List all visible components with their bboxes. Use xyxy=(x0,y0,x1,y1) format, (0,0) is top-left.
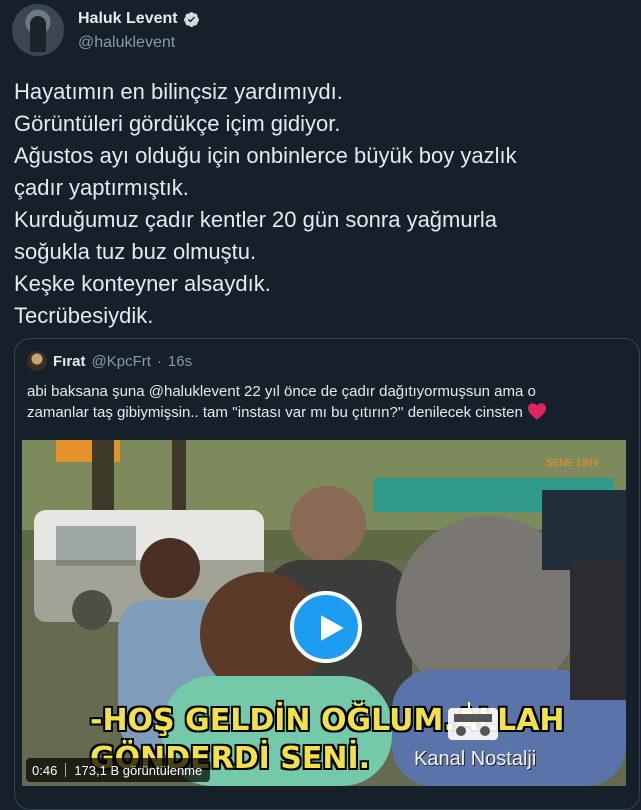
tweet-header: Haluk Levent @haluklevent xyxy=(12,4,632,60)
quoted-display-name[interactable]: Fırat xyxy=(53,353,86,370)
tweet-line: çadır yaptırmıştık. xyxy=(14,175,189,200)
red-heart-icon xyxy=(527,403,546,420)
channel-watermark: Kanal Nostalji xyxy=(414,748,537,770)
tweet-line: soğukla tuz buz olmuştu. xyxy=(14,239,257,264)
video-info-badge: 0:46 173,1 B görüntülenme xyxy=(26,758,211,782)
verified-badge-icon xyxy=(183,11,199,27)
quoted-tweet-header: Fırat @KpcFrt · 16s xyxy=(27,351,192,371)
play-icon xyxy=(321,615,344,641)
quoted-tweet-text: abi baksana şuna @haluklevent 22 yıl önc… xyxy=(27,381,627,423)
video-player[interactable]: SENE 1999 -HOŞ GELDİN OĞLUM.ALLAH GÖNDER… xyxy=(22,440,626,786)
tweet-text: Hayatımın en bilinçsiz yardımıydı. Görün… xyxy=(14,76,626,332)
avatar-figure xyxy=(30,16,46,52)
quoted-handle[interactable]: @KpcFrt xyxy=(92,353,151,370)
author-name-row: Haluk Levent xyxy=(78,10,200,28)
quoted-text-line: abi baksana şuna @haluklevent 22 yıl önc… xyxy=(27,383,536,400)
tweet-line: Tecrübesiydik. xyxy=(14,303,154,328)
date-watermark: SENE 1999 xyxy=(546,458,599,469)
tweet-line: Ağustos ayı olduğu için onbinlerce büyük… xyxy=(14,143,517,168)
quoted-text-line: zamanlar taş gibiymişsin.. tam ''instası… xyxy=(27,402,627,423)
play-button[interactable] xyxy=(290,591,362,663)
author-display-name[interactable]: Haluk Levent xyxy=(78,10,178,28)
view-count: 173,1 B görüntülenme xyxy=(74,762,203,778)
quoted-time[interactable]: 16s xyxy=(168,353,192,370)
quoted-separator: · xyxy=(156,352,162,370)
radio-logo-icon xyxy=(448,702,498,740)
tweet-line: Hayatımın en bilinçsiz yardımıydı. xyxy=(14,79,343,104)
avatar[interactable] xyxy=(12,4,64,56)
tweet-line: Kurduğumuz çadır kentler 20 gün sonra ya… xyxy=(14,207,498,232)
quoted-avatar[interactable] xyxy=(27,351,47,371)
video-duration: 0:46 xyxy=(32,762,58,778)
quoted-text-line-content: zamanlar taş gibiymişsin.. tam ''instası… xyxy=(27,404,523,421)
tweet-line: Görüntüleri gördükçe içim gidiyor. xyxy=(14,111,341,136)
tweet-line: Keşke konteyner alsaydık. xyxy=(14,271,271,296)
author-handle[interactable]: @haluklevent xyxy=(78,34,175,52)
